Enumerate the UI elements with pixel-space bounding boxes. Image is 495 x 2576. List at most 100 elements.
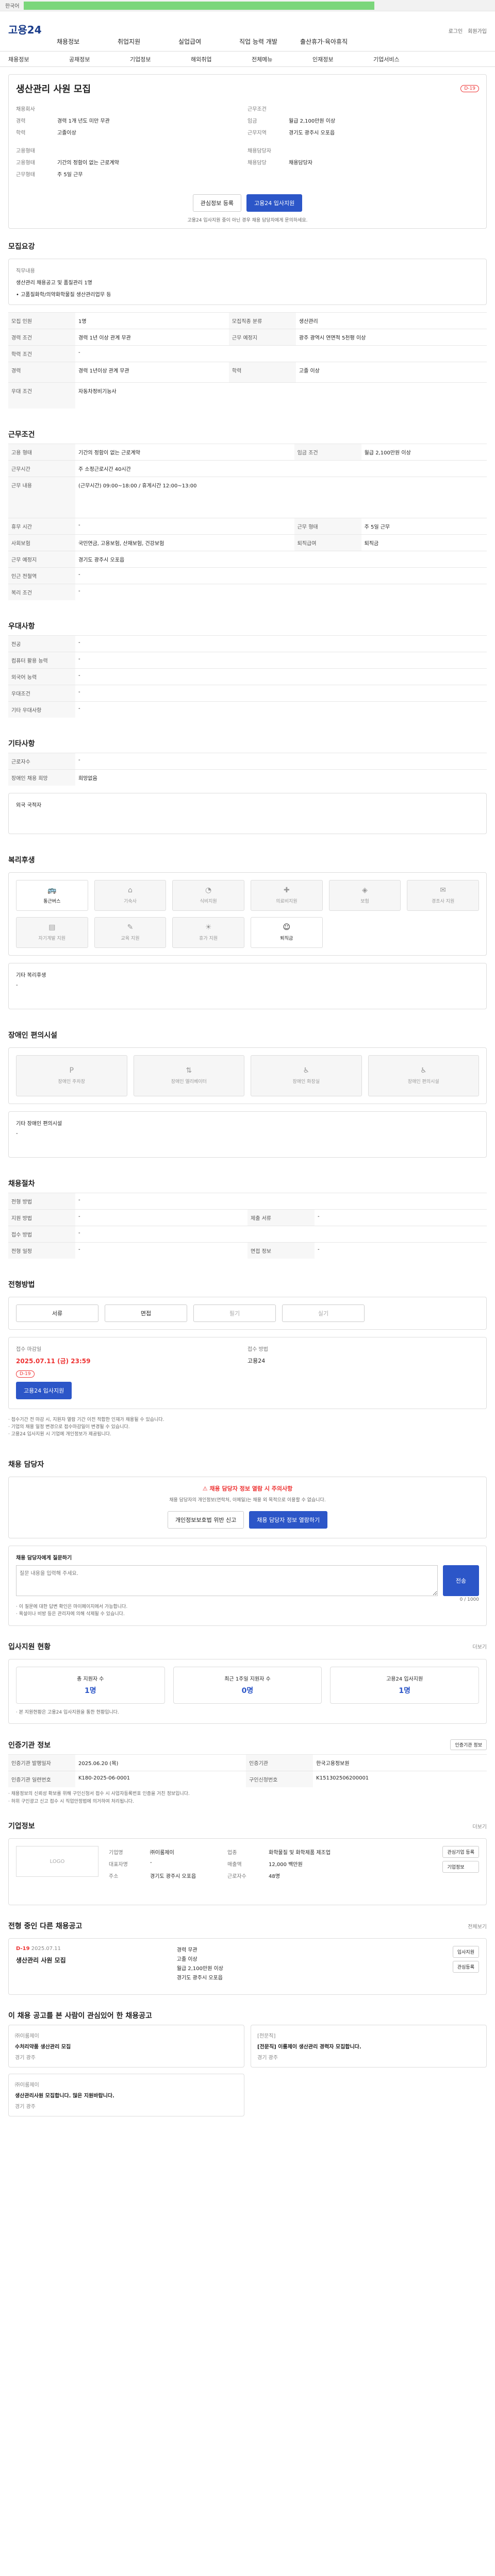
stat-value: 1명 [85,1687,96,1696]
recommend-card[interactable]: ㈜이룸제이 수처리약품 생산관리 모집 경기 광주 [8,2025,244,2068]
subnav-talent[interactable]: 인재정보 [312,55,373,63]
recommend-card[interactable]: ㈜이룸제이 생산관리사원 모집합니다. 많은 지원바랍니다. 경기 광주 [8,2074,244,2117]
table-row: 외국어 능력 - [8,668,487,685]
similar-job-card[interactable]: D-19 2025.07.11 생산관리 사원 모집 경력 무관 고졸 이상 월… [8,1938,487,1995]
table-value: - [315,1242,487,1259]
table-value: K151302506200001 [313,1771,487,1788]
cond-table: 고용 형태 기간의 정함이 없는 근로계약 임금 조건 월급 2,100만원 이상 근… [8,443,487,600]
company-value: 화학물질 및 화학제품 제조업 [269,1850,331,1856]
subnav-jobs[interactable]: 채용정보 [8,55,69,63]
table-value: - [75,583,487,600]
subnav-all[interactable]: 전체메뉴 [252,55,312,63]
book-icon: ▤ [48,923,56,931]
language-label[interactable]: 한국어 [5,2,20,9]
barrier-etc-box: 기타 장애인 편의시설 - [8,1111,487,1158]
table-value: - [75,567,487,584]
deadline-apply-button[interactable]: 고용24 입사지원 [16,1381,72,1399]
question-input[interactable] [16,1565,438,1596]
barrier-box: P 장애인 주차장 ⇅ 장애인 엘리베이터 ♿ 장애인 화장실 ♿ 장애인 편의시설 [8,1047,487,1104]
edu-key: 학력 [16,130,26,136]
site-logo[interactable]: 고용24 [8,22,42,37]
recommend-company: ㈜이룸제이 [15,2082,39,2089]
table-row: 복리 조건 - [8,583,487,600]
signup-link[interactable]: 회원가입 [468,27,487,35]
company-value: 48명 [269,1874,280,1880]
apply-notice: 고용24 입사지원 중이 아닌 경우 채용 담당자에게 문의하세요. [187,218,308,223]
login-link[interactable]: 로그인 [449,27,463,35]
welfare-tile-label: 휴가 지원 [199,936,218,941]
table-value: - [75,635,487,652]
job-title: 생산관리 사원 모집 [16,84,91,95]
company-title: 기업정보 [8,1822,35,1831]
menu-leave[interactable]: 출산휴가·육아휴직 [300,37,361,46]
career-value: 경력 1개 년도 미만 무관 [57,118,110,124]
stats-more-link[interactable]: 더보기 [472,1642,487,1650]
table-key: 모집 인원 [8,312,75,329]
company-value: - [150,1860,152,1866]
table-row: 전형 일정 - 면접 정보 - [8,1242,487,1259]
interest-button[interactable]: 관심정보 등록 [192,194,241,212]
table-row: 근무 예정지 경기도 광주시 오포읍 [8,550,487,567]
table-key: 사회보험 [8,534,75,551]
work-type-key: 근무형태 [16,172,35,178]
welfare-tile-label: 기숙사 [124,899,137,904]
deadline-value: 2025.07.11 (금) 23:59 [16,1357,91,1365]
similar-interest-button[interactable]: 관심등록 [452,1961,479,1973]
method-interview: 면접 [105,1304,187,1322]
table-value: - [75,345,487,362]
company-key: 기업명 [109,1850,123,1856]
subnav-public[interactable]: 공채정보 [69,55,130,63]
table-row: 기타 우대사항 - [8,701,487,718]
emp-type-key: 고용형태 [16,160,35,166]
deadline-label: 접수 마감일 [16,1346,42,1352]
similar-title-text[interactable]: 생산관리 사원 모집 [16,1956,66,1964]
deadline-box: 접수 마감일 2025.07.11 (금) 23:59 D-19 고용24 입사… [8,1336,487,1409]
org-link[interactable]: 인증기관 정보 [450,1739,487,1751]
table-row: 컴퓨터 활용 능력 - [8,651,487,668]
wage-value: 월급 2,100만원 이상 [289,118,336,124]
barrier-tile: ⇅ 장애인 엘리베이터 [133,1055,244,1096]
question-submit[interactable]: 전송 [443,1565,479,1596]
view-contact-button[interactable]: 채용 담당자 정보 열람하기 [249,1511,328,1529]
contact-title: 채용 담당자 [8,1460,44,1469]
company-interest-button[interactable]: 관심기업 등록 [442,1846,479,1858]
table-row: 전공 - [8,635,487,652]
stat-label: 최근 1주일 지원자 수 [224,1676,271,1683]
company-more-link[interactable]: 더보기 [472,1822,487,1830]
stats-note: · 본 지원현황은 고용24 입사지원을 통한 현황입니다. [16,1709,119,1715]
welfare-tile: ✉ 경조사 지원 [407,879,479,911]
menu-unemployment[interactable]: 실업급여 [178,37,239,46]
recommend-card[interactable]: [전문직] [전문직] 이룸제이 생산관리 경력자 모집합니다. 경기 광주 [251,2025,487,2068]
table-row: 근무 내용 (근무시간) 09:00~18:00 / 휴게시간 12:00~13:… [8,476,487,518]
menu-training[interactable]: 직업 능력 개발 [239,37,300,46]
process-title: 채용절차 [8,1179,35,1188]
table-key: 우대 조건 [8,382,75,409]
table-value: - [75,701,487,718]
similar-apply-button[interactable]: 입사지원 [452,1946,479,1958]
apply-button[interactable]: 고용24 입사지원 [246,194,303,212]
welfare-tile-label: 퇴직금 [280,936,293,941]
stats-title: 입사지원 현황 [8,1642,51,1651]
menu-employment-support[interactable]: 취업지원 [118,37,178,46]
contact-alert-text: 채용 담당자 정보 열람 시 주의사항 [209,1485,293,1492]
company-key: 매출액 [227,1862,242,1868]
table-row: 전형 방법 - [8,1192,487,1209]
method-practical: 실기 [282,1304,365,1322]
table-row: 장애인 채용 희망 희망없음 [8,769,487,786]
subnav-overseas[interactable]: 해외취업 [191,55,252,63]
question-label: 채용 담당자에게 질문하기 [16,1555,72,1561]
table-key: 면접 정보 [248,1242,315,1259]
insurance-icon: ◈ [362,886,368,894]
menu-jobs[interactable]: 채용정보 [57,37,118,46]
table-value: 경력 1년 이상 관계 무관 [75,329,229,346]
report-button[interactable]: 개인정보보호법 위반 신고 [167,1511,244,1529]
barrier-title: 장애인 편의시설 [8,1031,58,1040]
similar-more-link[interactable]: 전체보기 [468,1922,487,1930]
subnav-biz[interactable]: 기업서비스 [373,55,434,63]
table-key: 외국어 능력 [8,668,75,685]
company-info-button[interactable]: 기업정보 [442,1861,479,1873]
subnav-company[interactable]: 기업정보 [130,55,191,63]
table-row: 지원 방법 - 제출 서류 - [8,1209,487,1226]
edu-value: 고졸이상 [57,130,76,136]
table-key: 우대조건 [8,684,75,701]
